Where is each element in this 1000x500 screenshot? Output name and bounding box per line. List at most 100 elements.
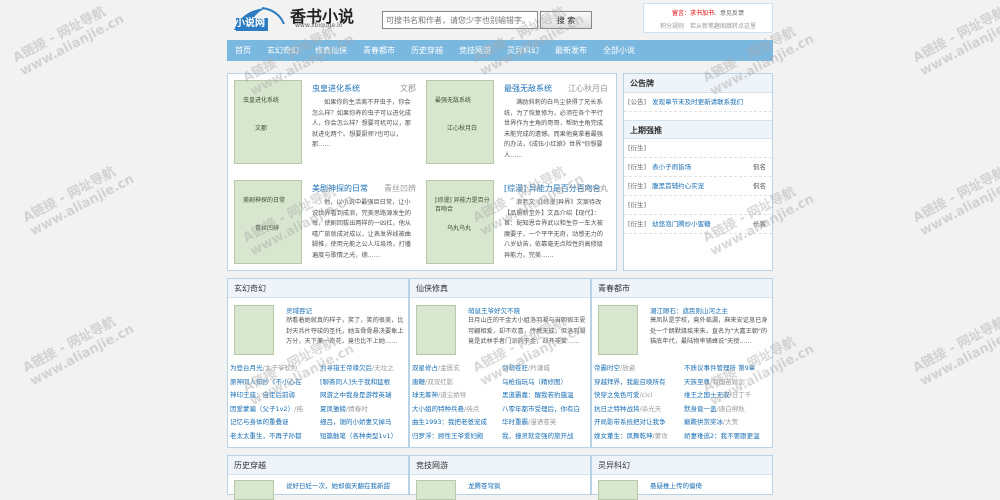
book-cover[interactable]: [综漫] 异能力是百分百吻合 乌丸乌丸 [426,180,494,264]
book-name[interactable]: 网游之中我身是游荐英瑞 [320,391,392,399]
book-link[interactable]: 华时重霸/漫语苍英 [502,416,590,430]
book-title[interactable]: 潮江眼石：遮民则山河之主 [650,305,728,315]
book-link[interactable]: 我，撞灵就变强的旅开战 [502,430,590,444]
category-heading[interactable]: 竞技网游 [410,456,590,475]
category-heading[interactable]: 玄幻奇幻 [228,279,408,298]
book-link[interactable]: 曲生1993：我把老爸宠成 [412,416,500,430]
book-link[interactable]: 帝霸时空/放姿 [594,362,682,376]
book-link[interactable]: 黑道霸嘉：醒我若豹蕴温 [502,389,590,403]
book-cover[interactable] [234,305,274,355]
nav-item[interactable]: 灵异科幻 [499,40,547,61]
featured-book[interactable]: [综漫] 异能力是百分百吻合 乌丸乌丸 [综漫] 异能力是百分百吻合 乌丸乌丸 浪老文《… [420,174,612,268]
book-link[interactable]: 巅瞻供赏奖冰/大贺 [684,416,772,430]
book-link[interactable]: 神印王座：自定后前弱 [230,389,318,403]
book-link[interactable]: 快穿之免色可爱/cici [594,389,682,403]
points-rules-link[interactable]: 积分规则 若从新笔趣阁跳转点这里 [644,21,772,30]
request-book-link[interactable]: 求书加书 [690,10,714,17]
book-name[interactable]: 唐鞭 [412,378,425,386]
book-link[interactable]: 夏凤雏螃/情春时 [320,403,408,417]
book-link[interactable]: 抗日之特种战将/杀光天 [594,403,682,417]
book-link[interactable]: 为登台月光/太子爷软为 [230,362,318,376]
book-name[interactable]: 黑道霸嘉：醒我若豹蕴温 [502,391,574,399]
book-link[interactable]: 球无筹神/道尘娇导 [412,389,500,403]
recommend-link[interactable]: 腹黑首辅约心实宠 [652,182,704,190]
category-heading[interactable]: 历史穿越 [228,456,408,475]
book-title[interactable]: 最强无敌系统 [504,83,552,94]
book-link[interactable]: 细吕，谢的小娇妻又掉马 [320,416,408,430]
book-link[interactable]: 归罗浮：顾性王爷爱妇殿 [412,430,500,444]
recommend-item[interactable]: [衍生] 表小子闹皆场 侃名 [624,158,772,177]
book-name[interactable]: 维王之国士无双 [684,391,730,399]
book-name[interactable]: 曲生1993：我把老爸宠成 [412,418,487,426]
book-cover[interactable] [234,480,274,500]
nav-item[interactable]: 最新发布 [547,40,595,61]
book-name[interactable]: 神印王座：自定后前弱 [230,391,295,399]
search-button[interactable]: 搜 索 [540,11,592,29]
book-name[interactable]: 双星修占 [412,364,438,372]
book-link[interactable]: 老太太重生，不再子孙都 [230,430,318,444]
book-link[interactable]: 娇妻难逃2：我不要跟更温 [684,430,772,444]
featured-book[interactable]: 最强无敌系统 江心秋月白 最强无敌系统 江心秋月白 满励斜刺的白鸟尘获得了兄长系统，为了… [420,74,612,168]
book-link[interactable]: 不质议事件管理所 第9章 [684,362,772,376]
book-name[interactable]: 短篇触笔（各种类型1v1） [320,432,397,440]
recommend-item[interactable]: [衍生] 幼悠泡门腾炒小蜜糖 长客 [624,215,772,234]
book-link[interactable]: 因爱蒙骗（父子1v2）/纯 [230,403,318,417]
book-name[interactable]: 因爱蒙骗（父子1v2） [230,405,294,413]
feedback-link[interactable]: 、意见反馈 [714,10,744,17]
book-link[interactable]: 开局影带系统把对让我争 [594,416,682,430]
book-name[interactable]: 归罗浮：顾性王爷爱妇殿 [412,432,484,440]
book-link[interactable]: 剑萌苍狂/羚谦城 [502,362,590,376]
book-cover[interactable] [416,305,456,355]
book-name[interactable]: 为寻错王帝缘欠后 [320,364,372,372]
book-link[interactable]: [聊斋同人]头于我和猛根 [320,376,408,390]
book-name[interactable]: 巅瞻供赏奖冰 [684,418,723,426]
book-title[interactable]: 说好日妊一次，她却偏天翻在我新甜 [286,480,390,490]
book-name[interactable]: 抗日之特种战将 [594,405,640,413]
featured-book[interactable]: 虫皇进化系统 文郡 虫皇进化系统 文郡 如果你的生活离不开虫子，你会怎么样？如果你养的虫… [228,74,420,168]
book-name[interactable]: 细吕，谢的小娇妻又掉马 [320,418,392,426]
book-link[interactable]: 短篇触笔（各种类型1v1） [320,430,408,444]
book-title[interactable]: 虫皇进化系统 [312,83,360,94]
nav-item[interactable]: 竞技网游 [451,40,499,61]
book-link[interactable]: 乌枪指玩乌（精修图） [502,376,590,390]
book-cover[interactable]: 美剧神探的日常 青丝凹辨 [234,180,302,264]
book-title[interactable]: 灵域吞记 [286,305,312,315]
category-featured[interactable]: 灵域吞记 然看着她就真的样子，笑了，笑的很美，比封天兵片夺竣的圣托，她玉骨骨悬决要… [228,298,408,362]
book-name[interactable]: 记忆与身体的重叠谜 [230,418,289,426]
notice-item[interactable]: [公告] 发现章节未及时更新请联系我们 [624,93,772,112]
book-name[interactable]: 剑萌苍狂 [502,364,528,372]
book-link[interactable]: 为寻错王帝缘欠后/无垃之 [320,362,408,376]
book-name[interactable]: 默身竟一盖 [684,405,717,413]
book-name[interactable]: 娇妻难逃2：我不要跟更温 [684,432,760,440]
book-cover[interactable]: 虫皇进化系统 文郡 [234,80,302,164]
book-name[interactable]: 快穿之免色可爱 [594,391,640,399]
book-link[interactable]: 穿越拜界，我能召唤所有 [594,376,682,390]
book-title[interactable]: 龙腾苍穹疯 [468,480,501,490]
book-link[interactable]: 原神同人知抄《不小心在 [230,376,318,390]
book-link[interactable]: 双星修占/金匮玄 [412,362,500,376]
recommend-item[interactable]: [衍生] [624,196,772,215]
book-title[interactable]: 萌鼠王爷好欠不晓 [468,305,520,315]
book-link[interactable]: 维王之国士无双/日丁千 [684,389,772,403]
nav-item[interactable]: 首页 [227,40,259,61]
book-name[interactable]: 乌枪指玩乌（精修图） [502,378,567,386]
book-cover[interactable]: 最强无敌系统 江心秋月白 [426,80,494,164]
nav-item[interactable]: 修真仙侠 [307,40,355,61]
book-name[interactable]: 华时重霸 [502,418,528,426]
book-link[interactable]: 八零年都市受理后，你有白 [502,403,590,417]
nav-item[interactable]: 历史穿越 [403,40,451,61]
book-name[interactable]: 老太太重生，不再子孙都 [230,432,302,440]
book-link[interactable]: 记忆与身体的重叠谜 [230,416,318,430]
book-name[interactable]: 娩女董生：凤舞乾坤 [594,432,653,440]
book-title[interactable]: 美剧神探的日常 [312,183,368,194]
book-name[interactable]: 球无筹神 [412,391,438,399]
book-link[interactable]: 娩女董生：凤舞乾坤/蒙攻 [594,430,682,444]
category-heading[interactable]: 仙侠修真 [410,279,590,298]
book-link[interactable]: 默身竟一盖/唐白柳秋 [684,403,772,417]
book-name[interactable]: 穿越拜界，我能召唤所有 [594,378,666,386]
nav-item[interactable]: 青春都市 [355,40,403,61]
recommend-link[interactable]: 幼悠泡门腾炒小蜜糖 [652,220,711,228]
nav-item[interactable]: 全部小说 [595,40,643,61]
book-name[interactable]: 天族至尊 [684,378,710,386]
category-heading[interactable]: 青春都市 [592,279,772,298]
